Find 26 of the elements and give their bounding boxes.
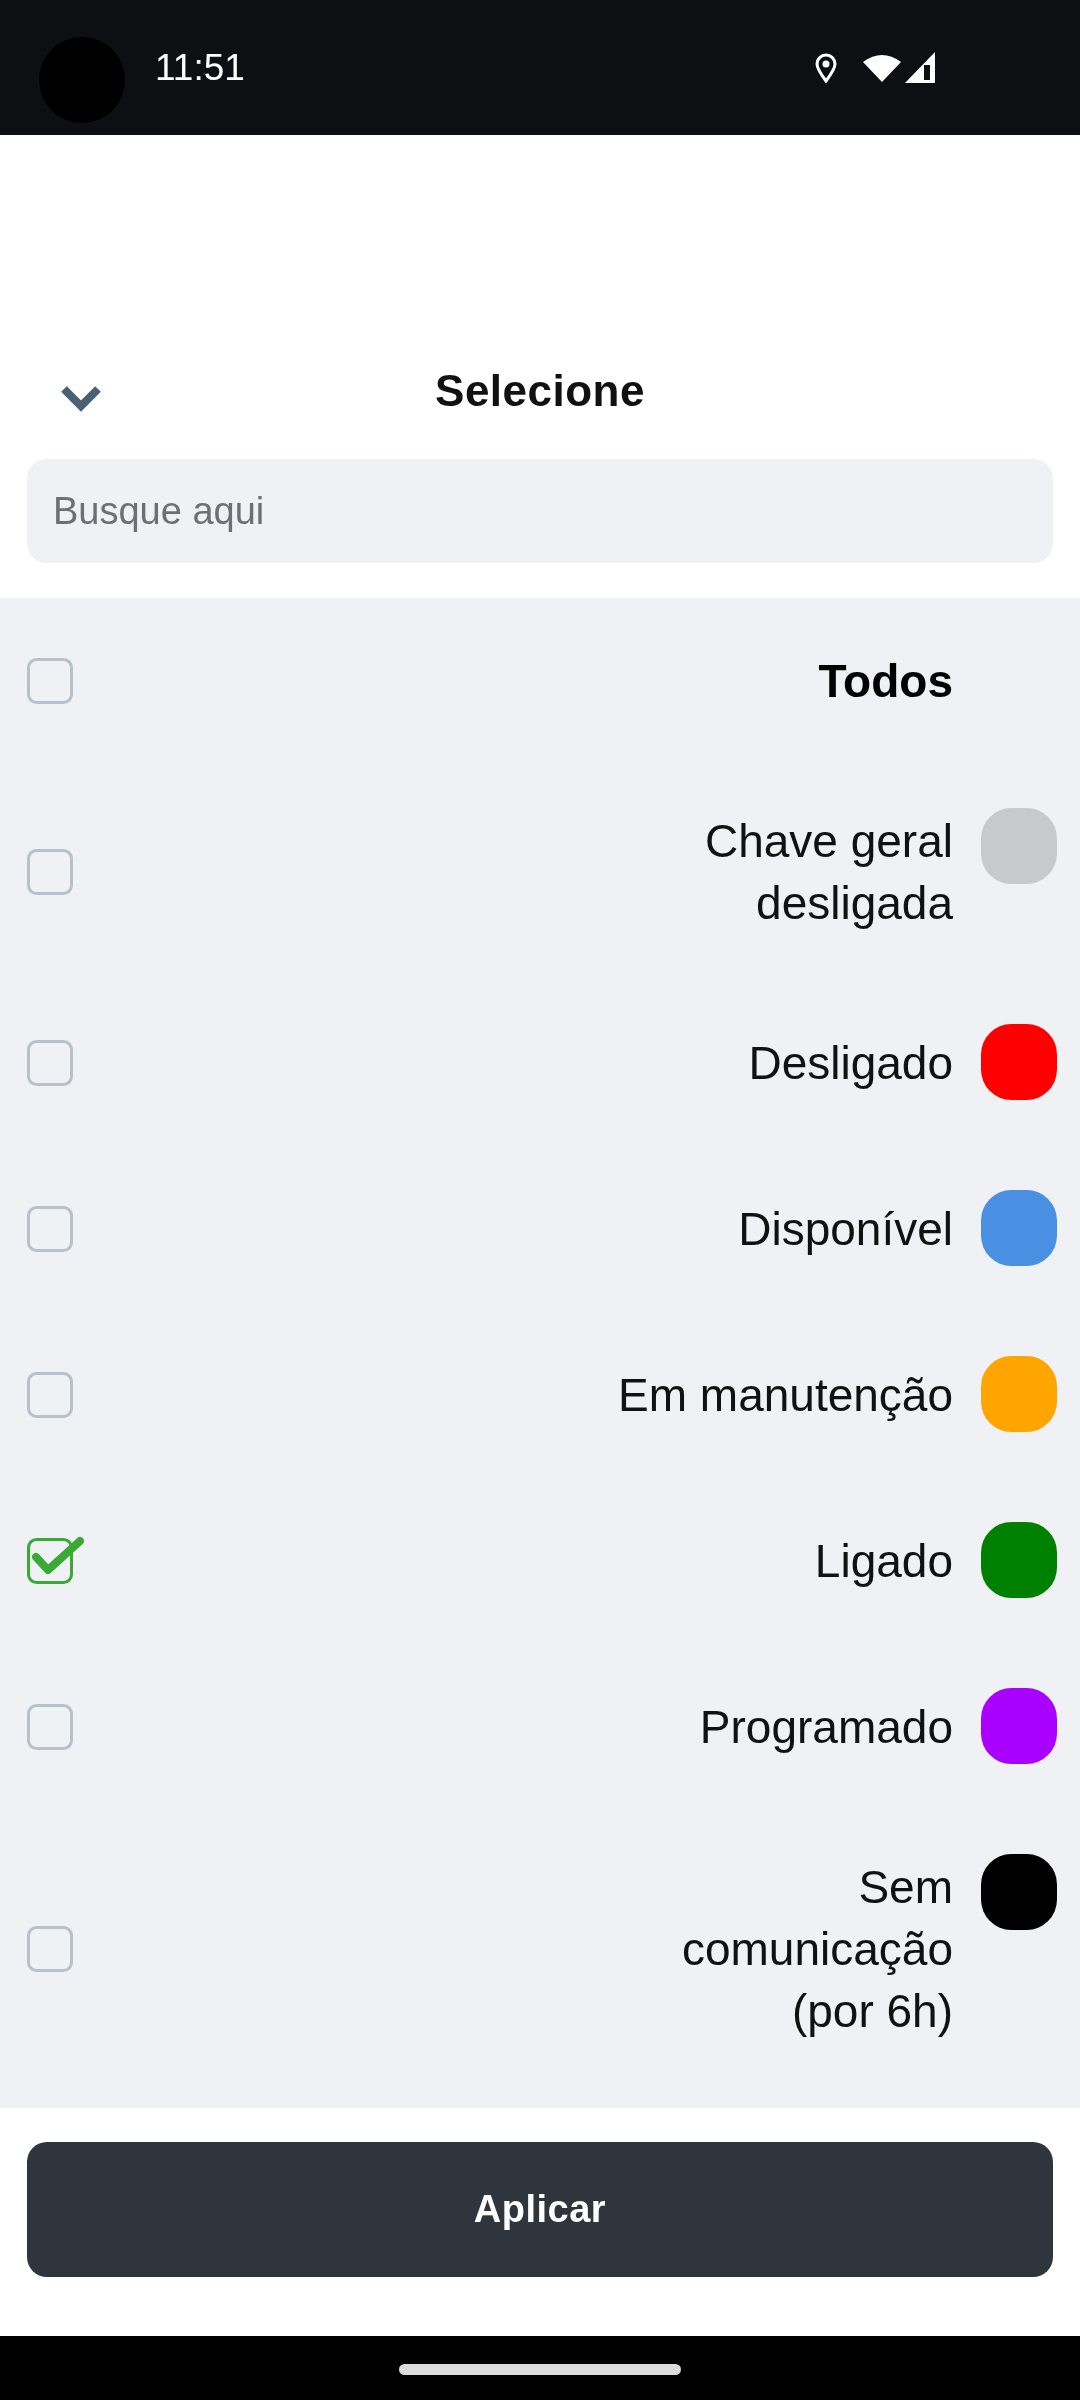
clock-time: 11:51 (155, 46, 245, 89)
checkbox[interactable] (27, 1370, 74, 1420)
checkbox[interactable] (27, 1924, 74, 1974)
option-label: Em manutenção (618, 1368, 953, 1423)
home-indicator[interactable] (399, 2364, 681, 2375)
location-pin-icon (815, 52, 837, 83)
check-icon (32, 1537, 84, 1574)
option-label: Sem comunicação (por 6h) (680, 1860, 953, 2039)
option-label: Disponível (738, 1202, 953, 1257)
checkbox[interactable] (27, 847, 74, 897)
checkbox[interactable] (27, 1536, 85, 1586)
option-label: Chave geral desligada (703, 814, 953, 931)
checkbox[interactable] (27, 1038, 74, 1088)
wifi-icon (863, 53, 901, 82)
search-field[interactable]: Busque aqui (27, 459, 1053, 563)
checkbox[interactable] (27, 1204, 74, 1254)
apply-button[interactable]: Aplicar (27, 2142, 1053, 2277)
option-label: Programado (699, 1700, 953, 1755)
option-label: Todos (818, 654, 953, 709)
cell-signal-icon (905, 52, 935, 83)
option-label: Ligado (814, 1534, 953, 1589)
chevron-down-icon[interactable] (60, 383, 102, 412)
checkbox[interactable] (27, 1702, 74, 1752)
sheet-title: Selecione (435, 366, 645, 416)
checkbox[interactable] (27, 656, 74, 706)
option-label: Desligado (748, 1036, 953, 1091)
